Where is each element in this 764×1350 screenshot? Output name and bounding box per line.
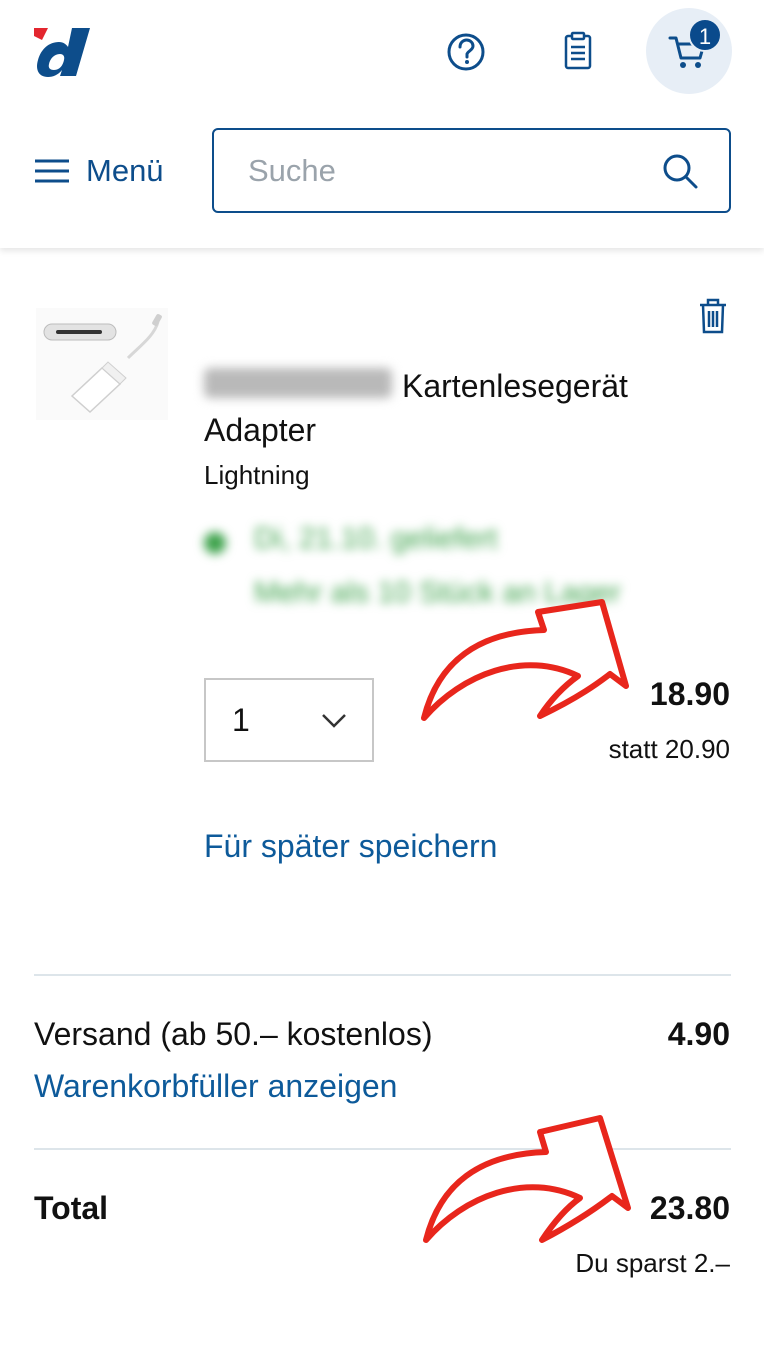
annotation-arrow-icon — [423, 1115, 631, 1243]
cart-button[interactable]: 1 — [646, 8, 732, 94]
shipping-label: Versand (ab 50.– kostenlos) — [34, 1016, 433, 1052]
search-icon[interactable] — [661, 152, 699, 190]
quantity-select[interactable]: 1 — [204, 678, 374, 762]
delivery-date: Di, 21.10. geliefert — [254, 522, 498, 555]
product-title[interactable]: Kartenlesegerät Adapter — [204, 364, 684, 452]
shipping-price: 4.90 — [667, 1016, 730, 1052]
menu-button[interactable]: Menü — [34, 148, 164, 194]
savings-text: Du sparst 2.– — [575, 1248, 730, 1278]
shopping-list-icon[interactable] — [556, 30, 600, 74]
product-variant: Lightning — [204, 460, 310, 490]
search-input[interactable] — [248, 148, 648, 194]
annotation-arrow-icon — [421, 599, 629, 721]
cart-count-badge: 1 — [688, 18, 722, 52]
save-for-later-link[interactable]: Für später speichern — [204, 828, 497, 865]
cart-filler-link[interactable]: Warenkorbfüller anzeigen — [34, 1068, 397, 1105]
app-header: 1 Menü — [0, 0, 764, 248]
product-title-line1: Kartenlesegerät — [402, 368, 628, 404]
hamburger-icon — [35, 159, 69, 183]
trash-icon[interactable] — [698, 298, 728, 334]
search-box[interactable] — [212, 128, 731, 213]
product-title-line2: Adapter — [204, 412, 317, 448]
item-price: 18.90 — [649, 676, 730, 712]
total-label: Total — [34, 1190, 109, 1226]
quantity-value: 1 — [232, 702, 250, 738]
item-old-price: statt 20.90 — [608, 734, 730, 764]
help-icon[interactable] — [444, 30, 488, 74]
chevron-down-icon — [322, 714, 346, 728]
divider — [34, 974, 731, 976]
digitec-logo[interactable] — [32, 24, 96, 80]
total-price: 23.80 — [649, 1190, 730, 1226]
product-image[interactable] — [36, 308, 168, 420]
availability-dot-icon — [204, 532, 226, 554]
menu-label: Menü — [86, 153, 164, 188]
